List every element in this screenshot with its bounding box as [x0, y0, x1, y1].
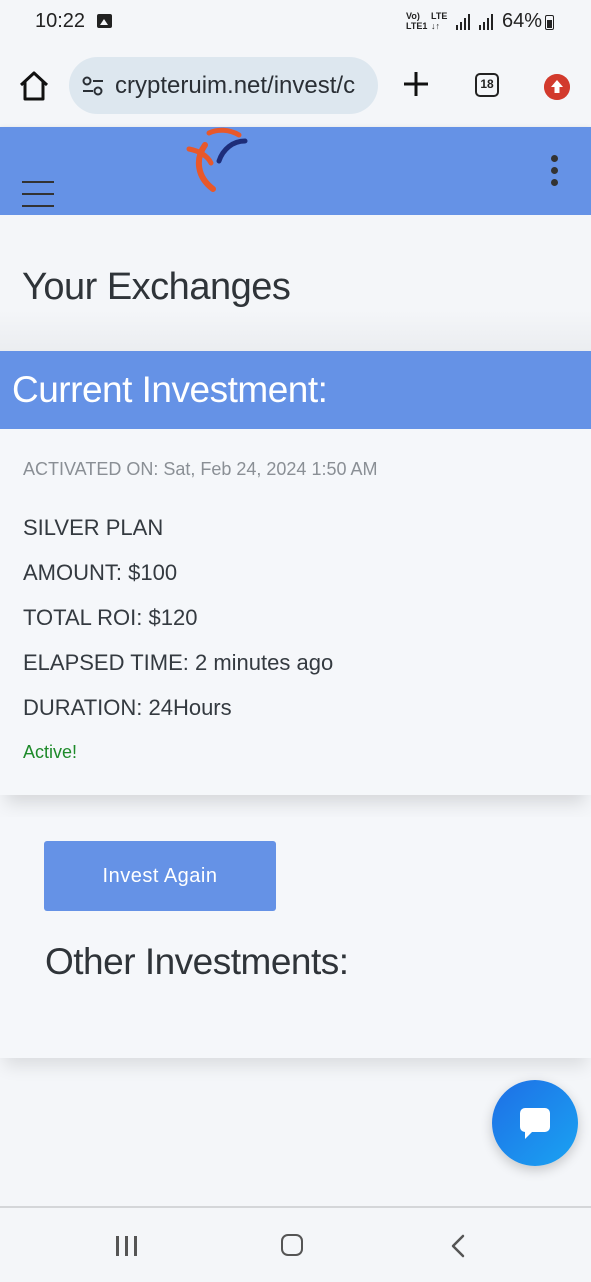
invest-again-button[interactable]: Invest Again: [44, 841, 276, 911]
upload-icon[interactable]: [544, 74, 570, 100]
battery-percent: 64%: [502, 10, 543, 32]
system-nav-bar: [0, 1206, 591, 1282]
activated-date: ACTIVATED ON: Sat, Feb 24, 2024 1:50 AM: [23, 459, 378, 479]
other-investments-heading: Other Investments:: [45, 941, 349, 982]
home-nav-icon[interactable]: [281, 1234, 303, 1256]
signal-icon: [479, 14, 495, 30]
current-investment-heading: Current Investment:: [12, 369, 328, 410]
hamburger-icon[interactable]: [22, 181, 54, 207]
browser-toolbar: crypteruim.net/invest/c 18: [0, 46, 591, 126]
recents-icon[interactable]: [116, 1236, 138, 1256]
signal-icon: [456, 14, 472, 30]
duration: DURATION: 24Hours: [23, 695, 232, 720]
plan-name: SILVER PLAN: [23, 515, 164, 540]
status-time: 10:22: [35, 10, 86, 32]
battery-icon: [545, 15, 554, 30]
url-text[interactable]: crypteruim.net/invest/c: [115, 72, 370, 100]
lte-indicator: LTE ↓↑: [431, 11, 448, 31]
volte-indicator: Vo) LTE1: [406, 11, 428, 31]
elapsed-time: ELAPSED TIME: 2 minutes ago: [23, 650, 334, 675]
gallery-icon: [97, 14, 112, 28]
more-vert-icon[interactable]: [548, 155, 560, 187]
chat-icon: [520, 1108, 550, 1139]
home-icon[interactable]: [16, 68, 52, 104]
actions-section: Invest Again Other Investments:: [0, 817, 591, 1058]
plus-icon[interactable]: [400, 68, 432, 100]
site-logo[interactable]: [183, 127, 253, 193]
address-bar[interactable]: crypteruim.net/invest/c: [69, 57, 378, 114]
site-header: [0, 127, 591, 215]
total-roi: TOTAL ROI: $120: [23, 605, 198, 630]
amount: AMOUNT: $100: [23, 560, 178, 585]
tabs-icon[interactable]: 18: [475, 73, 499, 97]
page-title: Your Exchanges: [22, 266, 291, 308]
status-badge: Active!: [23, 742, 78, 762]
back-icon[interactable]: [448, 1234, 470, 1258]
current-investment-banner: Current Investment:: [0, 351, 591, 429]
site-settings-icon[interactable]: [81, 75, 105, 97]
status-bar: 10:22 Vo) LTE1 LTE ↓↑ 64%: [0, 0, 591, 46]
investment-card: ACTIVATED ON: Sat, Feb 24, 2024 1:50 AM …: [0, 429, 591, 795]
chat-button[interactable]: [492, 1080, 578, 1166]
